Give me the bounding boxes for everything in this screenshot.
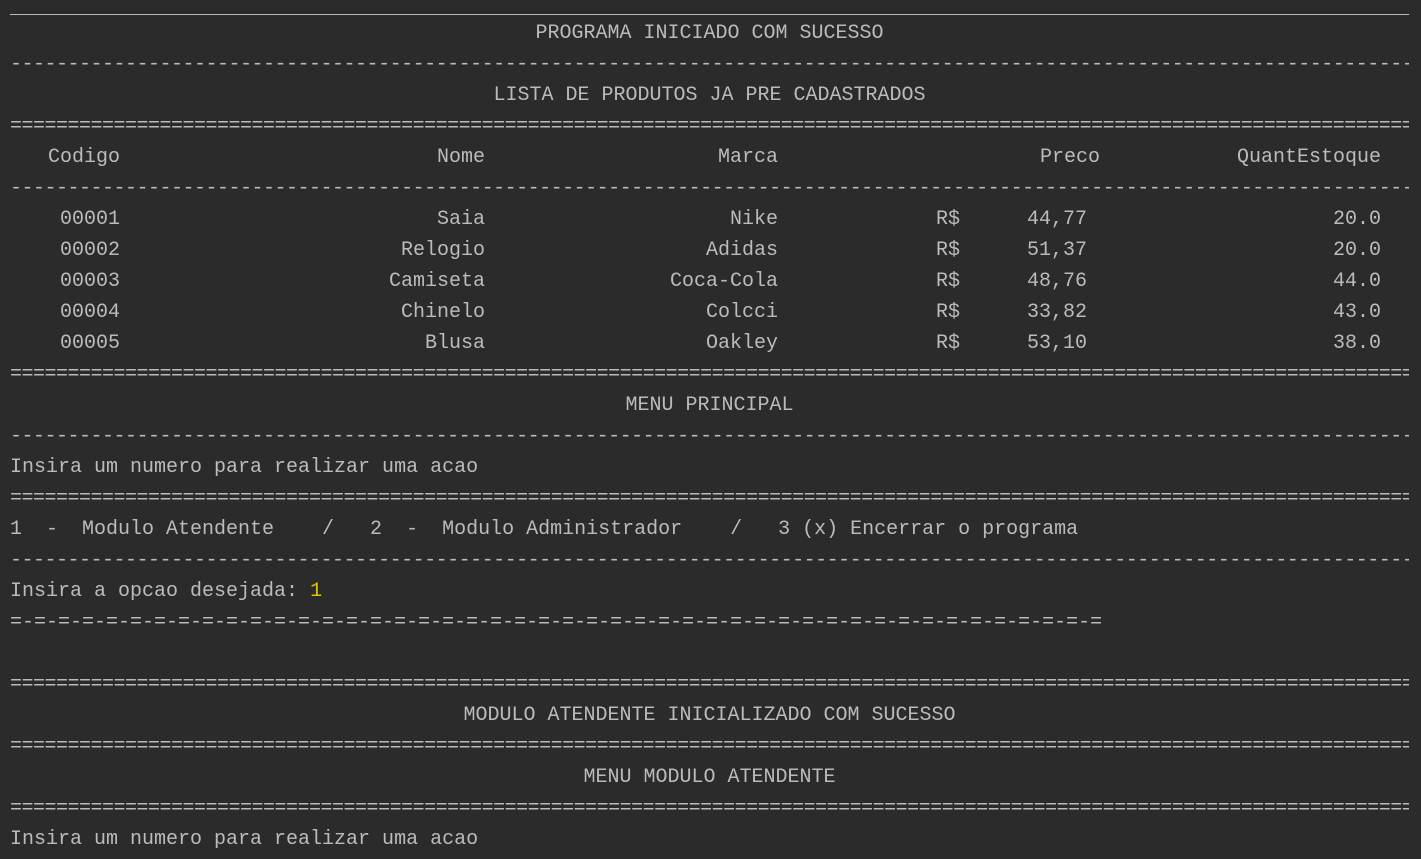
cell-marca: Coca-Cola [669, 270, 778, 293]
equals-divider: ========================================… [10, 797, 1409, 820]
dash-divider: ----------------------------------------… [10, 425, 1409, 448]
cell-nome: Saia [436, 208, 485, 231]
table-row: 00002 Relogio Adidas R$ 51,37 20.0 [10, 235, 1409, 266]
attendant-menu-title: MENU MODULO ATENDENTE [583, 766, 836, 789]
cell-currency: R$ [935, 332, 960, 355]
table-row: 00004 Chinelo Colcci R$ 33,82 43.0 [10, 297, 1409, 328]
column-header-preco: Preco [1039, 146, 1100, 169]
product-list-title: LISTA DE PRODUTOS JA PRE CADASTRADOS [493, 84, 926, 107]
dash-divider: ----------------------------------------… [10, 53, 1409, 76]
top-divider [10, 14, 1409, 15]
console-output: PROGRAMA INICIADO COM SUCESSO ----------… [0, 0, 1421, 859]
cell-nome: Relogio [400, 239, 485, 262]
column-header-nome: Nome [436, 146, 485, 169]
cell-marca: Colcci [705, 301, 778, 324]
attendant-module-status: MODULO ATENDENTE INICIALIZADO COM SUCESS… [463, 704, 956, 727]
column-header-marca: Marca [717, 146, 778, 169]
cell-preco: 48,76 [1026, 270, 1087, 293]
cell-codigo: 00003 [59, 270, 120, 293]
dash-divider: ----------------------------------------… [10, 549, 1409, 572]
equals-divider: ========================================… [10, 115, 1409, 138]
cell-nome: Chinelo [400, 301, 485, 324]
table-row: 00003 Camiseta Coca-Cola R$ 48,76 44.0 [10, 266, 1409, 297]
cell-codigo: 00005 [59, 332, 120, 355]
cell-preco: 51,37 [1026, 239, 1087, 262]
table-header: Codigo Nome Marca Preco QuantEstoque [10, 142, 1409, 173]
program-started-title: PROGRAMA INICIADO COM SUCESSO [535, 22, 884, 45]
cell-currency: R$ [935, 239, 960, 262]
cell-quant: 44.0 [1332, 270, 1381, 293]
option-input-label: Insira a opcao desejada: [10, 580, 311, 603]
equals-divider: ========================================… [10, 363, 1409, 386]
cell-currency: R$ [935, 270, 960, 293]
cell-marca: Adidas [705, 239, 778, 262]
cell-codigo: 00004 [59, 301, 120, 324]
cell-quant: 20.0 [1332, 208, 1381, 231]
option-input-line[interactable]: Insira a opcao desejada: 1 [10, 576, 1409, 607]
equals-divider: ========================================… [10, 673, 1409, 696]
cell-codigo: 00002 [59, 239, 120, 262]
main-menu-options: 1 - Modulo Atendente / 2 - Modulo Admini… [10, 518, 1079, 541]
equals-divider: ========================================… [10, 487, 1409, 510]
cell-codigo: 00001 [59, 208, 120, 231]
cell-currency: R$ [935, 208, 960, 231]
dash-divider: ----------------------------------------… [10, 177, 1409, 200]
main-menu-prompt: Insira um numero para realizar uma acao [10, 456, 479, 479]
cell-currency: R$ [935, 301, 960, 324]
cell-quant: 43.0 [1332, 301, 1381, 324]
table-row: 00001 Saia Nike R$ 44,77 20.0 [10, 204, 1409, 235]
table-row: 00005 Blusa Oakley R$ 53,10 38.0 [10, 328, 1409, 359]
cell-nome: Camiseta [388, 270, 485, 293]
mixed-divider: =-=-=-=-=-=-=-=-=-=-=-=-=-=-=-=-=-=-=-=-… [10, 611, 1103, 634]
column-header-quantestoque: QuantEstoque [1236, 146, 1381, 169]
cell-quant: 38.0 [1332, 332, 1381, 355]
cell-preco: 33,82 [1026, 301, 1087, 324]
cell-nome: Blusa [424, 332, 485, 355]
cell-marca: Nike [729, 208, 778, 231]
cell-preco: 53,10 [1026, 332, 1087, 355]
option-input-value[interactable]: 1 [310, 580, 322, 603]
column-header-codigo: Codigo [47, 146, 120, 169]
cell-preco: 44,77 [1026, 208, 1087, 231]
equals-divider: ========================================… [10, 735, 1409, 758]
attendant-menu-prompt: Insira um numero para realizar uma acao [10, 828, 479, 851]
cell-quant: 20.0 [1332, 239, 1381, 262]
main-menu-title: MENU PRINCIPAL [625, 394, 794, 417]
cell-marca: Oakley [705, 332, 778, 355]
